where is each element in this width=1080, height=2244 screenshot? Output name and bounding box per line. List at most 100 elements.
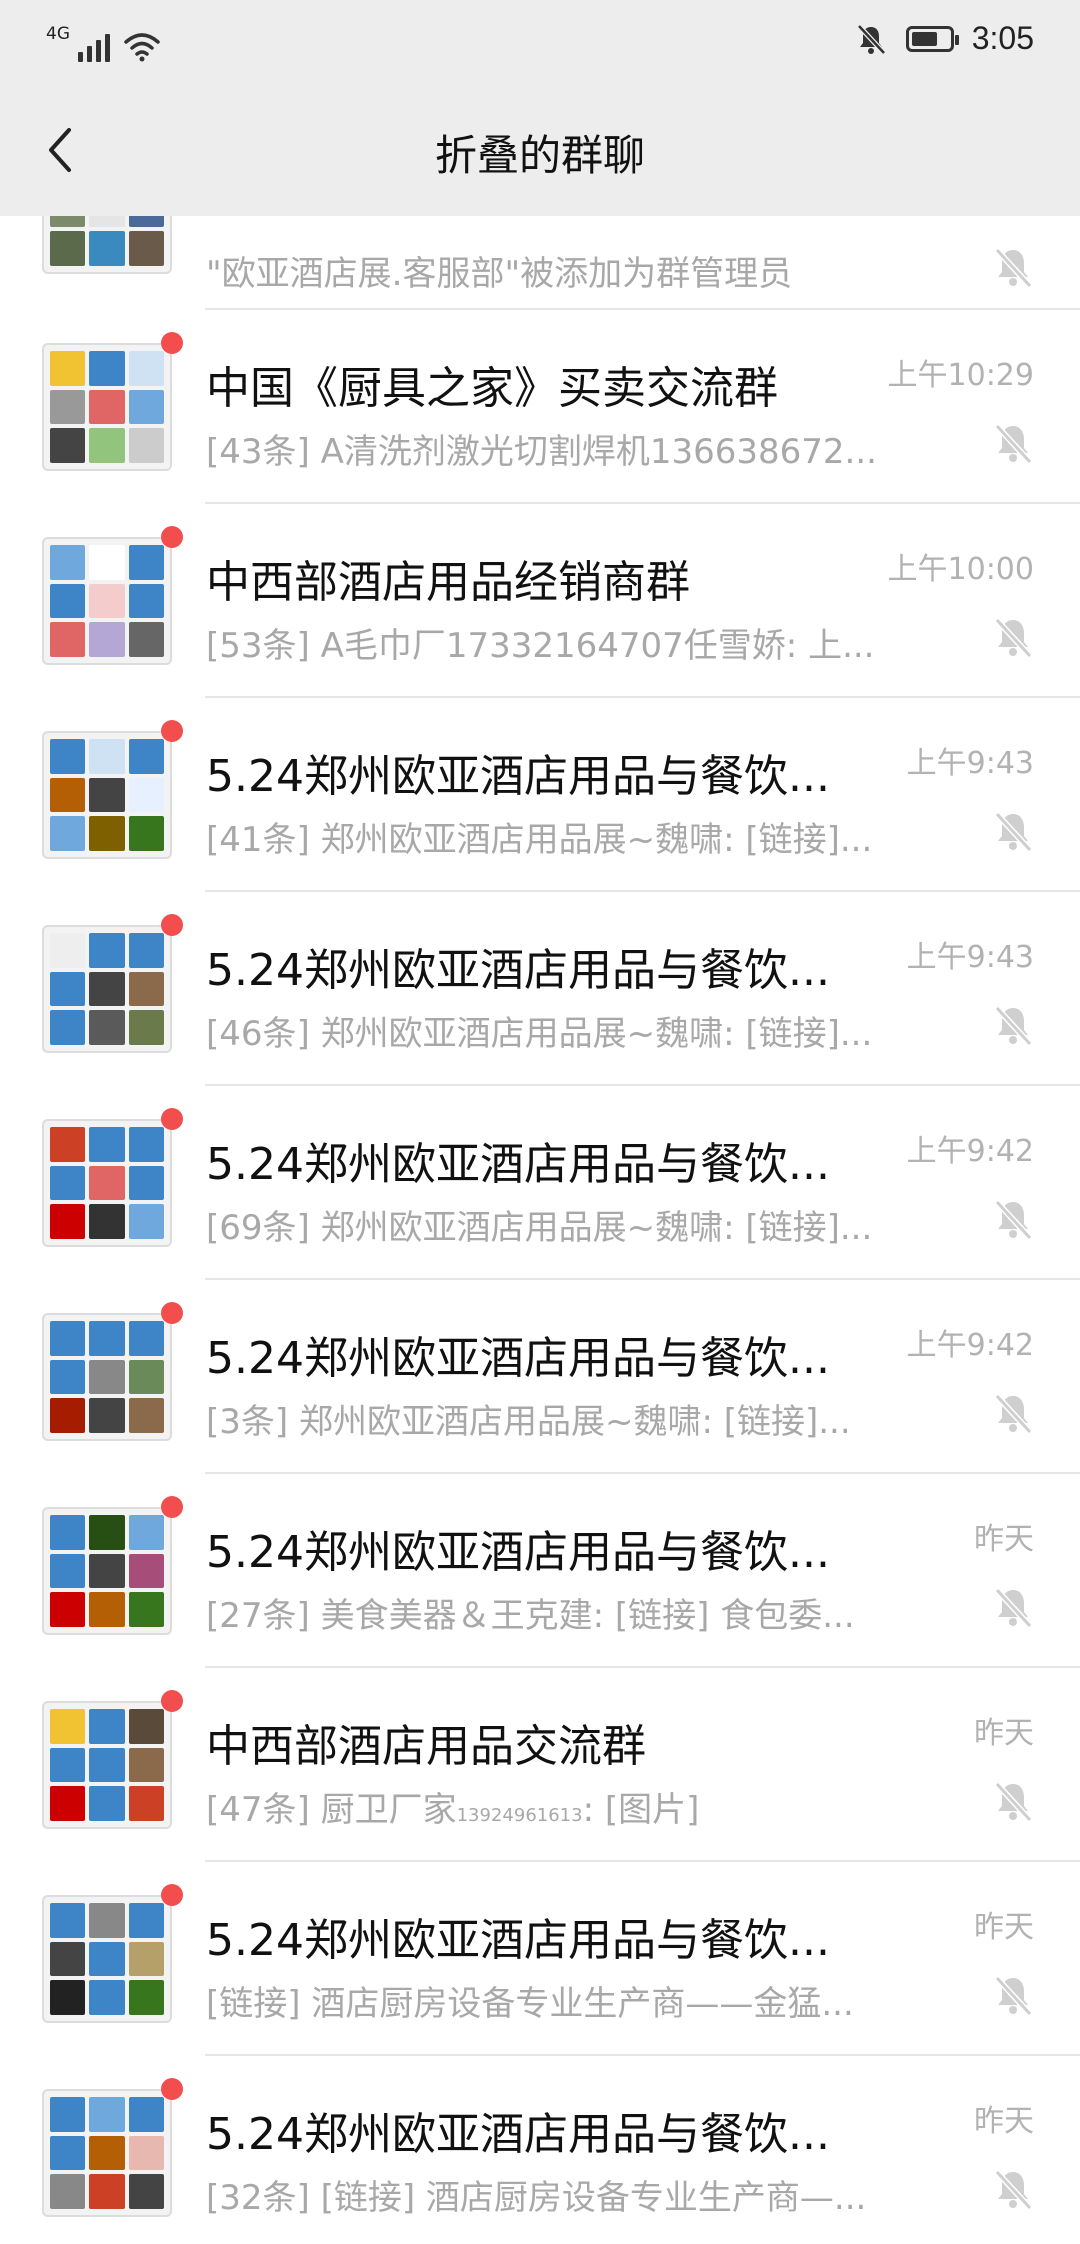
avatar-tile xyxy=(89,1747,125,1783)
chat-title: 5.24郑州欧亚酒店用品与餐饮... xyxy=(206,1139,830,1190)
unread-dot xyxy=(161,1690,183,1712)
chat-list[interactable]: "欧亚酒店展.客服部"被添加为群管理员 中国《厨具之家》买卖交流群 上午10:29… xyxy=(0,216,1080,2244)
preview-sender: [47条] 厨卫厂家 xyxy=(206,1790,457,1830)
group-avatar xyxy=(42,1119,172,1247)
avatar-tile xyxy=(128,1165,164,1201)
unread-dot xyxy=(161,526,183,548)
avatar-tile xyxy=(50,2174,86,2209)
mute-icon xyxy=(994,1975,1033,2017)
avatar-tile xyxy=(128,1553,164,1589)
chat-row[interactable]: 5.24郑州欧亚酒店用品与餐饮... 上午9:43 [46条] 郑州欧亚酒店用品展~… xyxy=(0,892,1080,1086)
group-avatar xyxy=(42,1313,172,1441)
group-avatar xyxy=(42,925,172,1053)
chat-title: 5.24郑州欧亚酒店用品与餐饮... xyxy=(206,945,830,996)
avatar-tile xyxy=(128,933,164,968)
avatar-tile xyxy=(128,1980,164,2015)
chat-preview: [27条] 美食美器＆王克建: [链接] 食包委... xyxy=(206,1596,855,1636)
avatar-tile xyxy=(50,389,86,425)
avatar-tile xyxy=(50,1165,86,1201)
avatar-tile xyxy=(89,777,125,813)
avatar-tile xyxy=(89,1165,125,1201)
chat-row[interactable]: 5.24郑州欧亚酒店用品与餐饮... 上午9:42 [3条] 郑州欧亚酒店用品展~魏… xyxy=(0,1280,1080,1474)
avatar-tile xyxy=(128,1903,164,1938)
avatar-tile xyxy=(128,1204,164,1239)
avatar-tile xyxy=(89,389,125,425)
unread-dot xyxy=(161,1108,183,1130)
avatar-tile xyxy=(128,777,164,813)
chat-preview: [69条] 郑州欧亚酒店用品展~魏啸: [链接]... xyxy=(206,1208,873,1248)
chat-row-partial[interactable]: "欧亚酒店展.客服部"被添加为群管理员 xyxy=(0,216,1080,310)
chat-title: 5.24郑州欧亚酒店用品与餐饮... xyxy=(206,1527,830,1578)
avatar-tile xyxy=(89,1709,125,1744)
avatar-tile xyxy=(89,1592,125,1627)
avatar-tile xyxy=(128,1786,164,1821)
unread-dot xyxy=(161,1302,183,1324)
avatar-tile xyxy=(50,622,86,657)
avatar-tile xyxy=(50,1980,86,2015)
chat-row[interactable]: 5.24郑州欧亚酒店用品与餐饮... 上午9:43 [41条] 郑州欧亚酒店用品展~… xyxy=(0,698,1080,892)
chat-row[interactable]: 5.24郑州欧亚酒店用品与餐饮... 上午9:42 [69条] 郑州欧亚酒店用品展~… xyxy=(0,1086,1080,1280)
group-avatar xyxy=(42,2089,172,2217)
avatar-tile xyxy=(128,583,164,619)
chat-preview: [3条] 郑州欧亚酒店用品展~魏啸: [链接]... xyxy=(206,1402,851,1442)
avatar-tile xyxy=(89,1980,125,2015)
mute-icon xyxy=(994,617,1033,659)
chat-row[interactable]: 中国《厨具之家》买卖交流群 上午10:29 [43条] A清洗剂激光切割焊机1366… xyxy=(0,310,1080,504)
chat-row[interactable]: 5.24郑州欧亚酒店用品与餐饮... 昨天 [链接] 酒店厨房设备专业生产商——金猛… xyxy=(0,1862,1080,2056)
unread-dot xyxy=(161,914,183,936)
chat-time: 上午9:43 xyxy=(906,940,1034,975)
chat-time: 上午9:43 xyxy=(906,746,1034,781)
chat-title: 5.24郑州欧亚酒店用品与餐饮... xyxy=(206,751,830,802)
avatar-tile xyxy=(89,2097,125,2132)
chat-row[interactable]: 中西部酒店用品交流群 昨天 [47条] 厨卫厂家13924961613: [图片] xyxy=(0,1668,1080,1862)
avatar-tile xyxy=(50,1941,86,1977)
chat-preview: [53条] A毛巾厂17332164707任雪娇: 上... xyxy=(206,626,875,666)
chat-row[interactable]: 中西部酒店用品经销商群 上午10:00 [53条] A毛巾厂17332164707任… xyxy=(0,504,1080,698)
avatar-tile xyxy=(128,1747,164,1783)
chat-title: 5.24郑州欧亚酒店用品与餐饮... xyxy=(206,1915,830,1966)
chat-title: 5.24郑州欧亚酒店用品与餐饮... xyxy=(206,2109,830,2160)
avatar-tile xyxy=(89,1398,125,1433)
status-bar: 4G 3:05 xyxy=(0,0,1080,84)
avatar-tile xyxy=(89,1359,125,1395)
chat-row[interactable]: 5.24郑州欧亚酒店用品与餐饮... 昨天 [27条] 美食美器＆王克建: [链接]… xyxy=(0,1474,1080,1668)
avatar-tile xyxy=(50,1553,86,1589)
avatar-tile xyxy=(89,1515,125,1550)
avatar-tile xyxy=(128,351,164,386)
avatar-tile xyxy=(50,1359,86,1395)
unread-dot xyxy=(161,1496,183,1518)
chat-time: 昨天 xyxy=(974,1522,1034,1557)
avatar-tile xyxy=(89,2174,125,2209)
avatar-tile xyxy=(128,971,164,1007)
avatar-tile xyxy=(128,1010,164,1045)
avatar-tile xyxy=(50,1204,86,1239)
chat-title: 中西部酒店用品交流群 xyxy=(206,1721,646,1772)
avatar-tile xyxy=(89,1903,125,1938)
mute-icon xyxy=(994,1199,1033,1241)
wifi-icon xyxy=(124,33,160,62)
avatar-tile xyxy=(128,2174,164,2209)
avatar-tile xyxy=(128,622,164,657)
mute-icon xyxy=(994,423,1033,465)
avatar-tile xyxy=(128,1321,164,1356)
page-title: 折叠的群聊 xyxy=(434,131,645,180)
avatar-tile xyxy=(89,933,125,968)
avatar-tile xyxy=(128,1359,164,1395)
avatar-tile xyxy=(50,1786,86,1821)
avatar-tile xyxy=(50,1010,86,1045)
avatar-tile xyxy=(128,2097,164,2132)
avatar-tile xyxy=(50,428,86,463)
network-type: 4G xyxy=(46,24,70,44)
battery-fill xyxy=(911,31,938,46)
chat-title: 中国《厨具之家》买卖交流群 xyxy=(206,363,778,414)
avatar-tile xyxy=(50,545,86,580)
chat-time: 昨天 xyxy=(974,1716,1034,1751)
avatar-tile xyxy=(89,1010,125,1045)
avatar-tile xyxy=(89,816,125,851)
mute-icon xyxy=(994,1005,1033,1047)
chat-row[interactable]: 5.24郑州欧亚酒店用品与餐饮... 昨天 [32条] [链接] 酒店厨房设备专业生… xyxy=(0,2056,1080,2244)
avatar-tile xyxy=(50,2135,86,2171)
chat-time: 上午10:29 xyxy=(887,358,1034,393)
avatar-tile xyxy=(128,1592,164,1627)
avatar-tile xyxy=(50,1747,86,1783)
